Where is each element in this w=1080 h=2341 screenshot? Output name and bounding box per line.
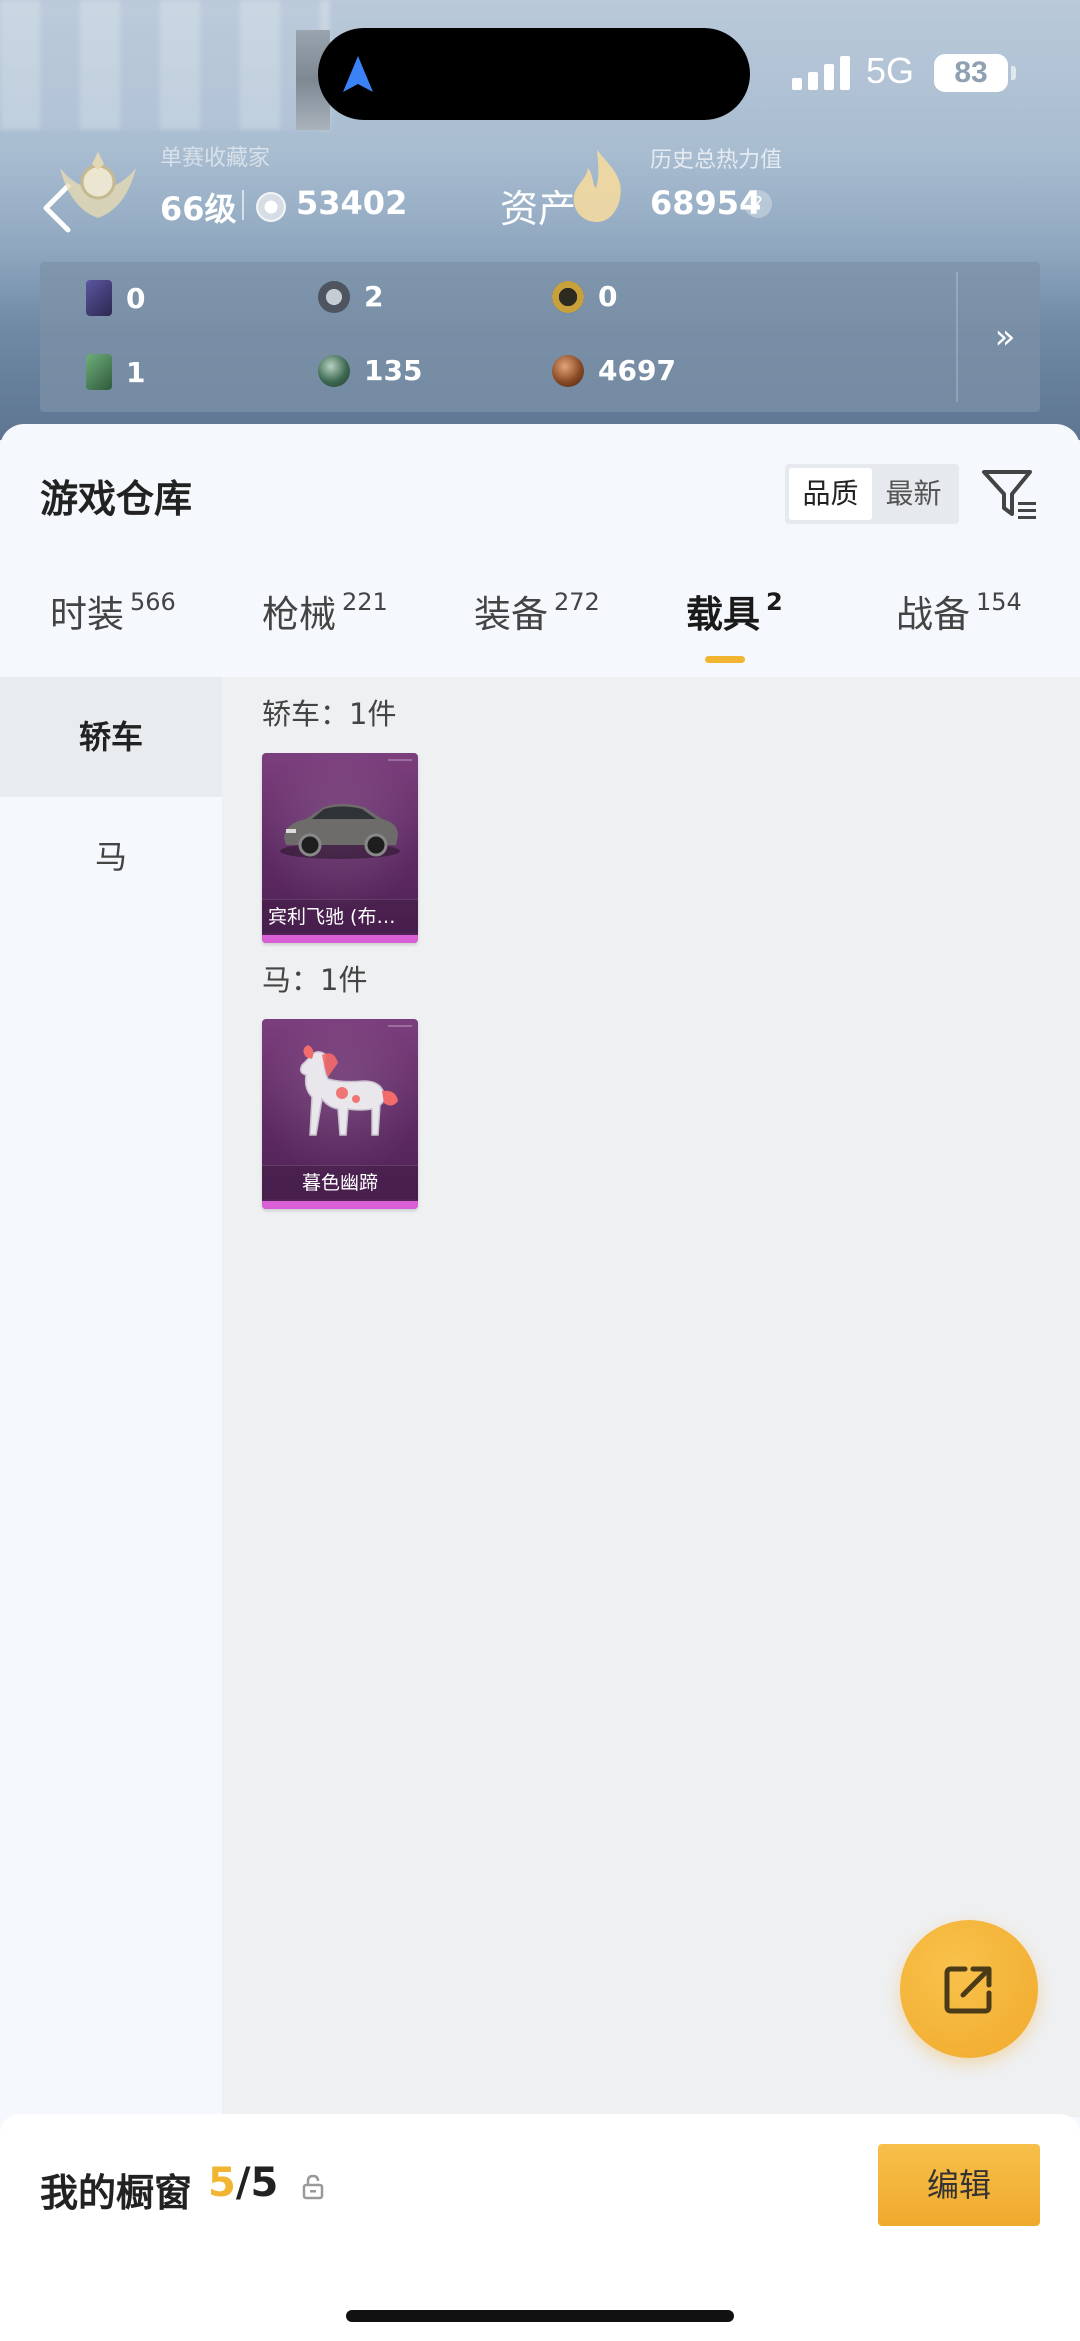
currency-panel: 0 2 0 1 135 4697 » <box>40 262 1040 412</box>
currency-item: 0 <box>552 280 617 313</box>
gold-token-icon <box>552 280 584 313</box>
battery-icon: 83 <box>934 54 1008 92</box>
currency-item: 2 <box>318 280 383 313</box>
coin-value: 53402 <box>296 184 408 222</box>
sidebar-item-sedan[interactable]: 轿车 <box>0 677 222 797</box>
network-type: 5G <box>866 50 915 91</box>
currency-item: 135 <box>318 354 422 387</box>
help-icon[interactable]: ? <box>744 190 772 218</box>
signal-icon <box>792 54 850 90</box>
subcategory-sidebar: 轿车 马 <box>0 677 222 2117</box>
currency-value: 0 <box>126 281 146 315</box>
divider <box>242 190 244 220</box>
item-list: 轿车：1件 宾利飞驰 (布加迪) 马：1件 暮色幽蹄 <box>222 677 1080 2117</box>
tab-count: 566 <box>130 587 176 616</box>
showcase-bar: 我的橱窗 5/5 编辑 <box>0 2114 1080 2341</box>
battery-tip <box>1011 66 1016 80</box>
rarity-bar <box>262 1201 418 1209</box>
edit-button[interactable]: 编辑 <box>878 2144 1040 2226</box>
green-card-icon <box>86 354 112 390</box>
card-corner <box>388 1025 412 1037</box>
showcase-count: 5/5 <box>208 2160 278 2206</box>
tab-battle-gear[interactable]: 战备 154 <box>896 584 1022 638</box>
currency-value: 135 <box>364 354 423 387</box>
showcase-label: 我的橱窗 <box>40 2171 193 2215</box>
group-title: 马：1件 <box>262 963 368 997</box>
dynamic-island <box>318 28 750 120</box>
page-title: 游戏仓库 <box>40 477 193 521</box>
currency-value: 1 <box>126 355 146 389</box>
flame-icon <box>573 150 621 222</box>
warehouse-sheet: 游戏仓库 品质 最新 时装 566 枪械 221 装备 272 载具 2 战备 154 轿… <box>0 424 1080 2341</box>
showcase-total: /5 <box>235 2160 279 2206</box>
history-heat-label: 历史总热力值 <box>650 148 783 173</box>
tab-equipment[interactable]: 装备 272 <box>474 584 600 638</box>
tab-guns[interactable]: 枪械 221 <box>262 584 388 638</box>
currency-item: 4697 <box>552 354 676 387</box>
tab-count: 154 <box>976 587 1022 616</box>
tab-count: 221 <box>342 587 388 616</box>
item-name: 暮色幽蹄 <box>262 1165 418 1199</box>
category-tabs: 时装 566 枪械 221 装备 272 载具 2 战备 154 <box>0 584 1080 674</box>
bronze-coin-icon <box>552 354 584 387</box>
tab-vehicles[interactable]: 载具 2 <box>686 584 783 638</box>
rank-medal-icon <box>60 152 136 218</box>
currency-item: 1 <box>86 354 145 390</box>
horse-image <box>299 1045 398 1136</box>
home-indicator <box>346 2310 734 2322</box>
item-name: 宾利飞驰 (布加迪) <box>262 899 418 933</box>
currency-value: 0 <box>598 280 618 313</box>
card-corner <box>388 759 412 771</box>
expand-more-icon[interactable]: » <box>980 312 1030 362</box>
collector-title: 单赛收藏家 <box>160 146 271 171</box>
tab-count: 272 <box>554 587 600 616</box>
rarity-bar <box>262 935 418 943</box>
status-bar: 5G 83 <box>0 0 1080 140</box>
profile-header: 5G 83 单赛收藏家 66级 53402 资产 历史总热力值 68954 ? … <box>0 0 1080 440</box>
currency-value: 4697 <box>598 354 676 387</box>
lock-icon <box>302 2174 324 2200</box>
green-orb-icon <box>318 354 350 387</box>
sort-newest-button[interactable]: 最新 <box>872 468 955 520</box>
silver-coin-icon <box>318 280 350 313</box>
tab-label: 枪械 <box>262 593 336 636</box>
tab-label: 装备 <box>474 593 548 636</box>
filter-icon[interactable] <box>980 466 1038 524</box>
car-image <box>280 804 400 859</box>
tab-count: 2 <box>766 587 783 616</box>
share-icon <box>944 1966 992 2014</box>
sort-quality-button[interactable]: 品质 <box>789 468 872 520</box>
group-title: 轿车：1件 <box>262 697 397 731</box>
tab-label: 载具 <box>686 593 760 636</box>
tab-label: 时装 <box>50 593 124 636</box>
share-button[interactable] <box>900 1920 1038 2058</box>
item-card-bentley[interactable]: 宾利飞驰 (布加迪) <box>262 753 418 943</box>
divider <box>956 272 958 402</box>
sort-toggle: 品质 最新 <box>785 464 959 524</box>
currency-item: 0 <box>86 280 145 316</box>
item-card-horse[interactable]: 暮色幽蹄 <box>262 1019 418 1209</box>
active-tab-indicator <box>705 656 745 663</box>
coin-icon <box>256 192 286 222</box>
sidebar-item-horse[interactable]: 马 <box>0 797 222 917</box>
purple-card-icon <box>86 280 112 316</box>
tab-label: 战备 <box>896 593 970 636</box>
tab-fashion[interactable]: 时装 566 <box>50 584 176 638</box>
location-arrow-icon <box>343 56 373 92</box>
currency-value: 2 <box>364 280 384 313</box>
showcase-current: 5 <box>208 2160 236 2206</box>
player-level: 66级 <box>160 190 237 228</box>
